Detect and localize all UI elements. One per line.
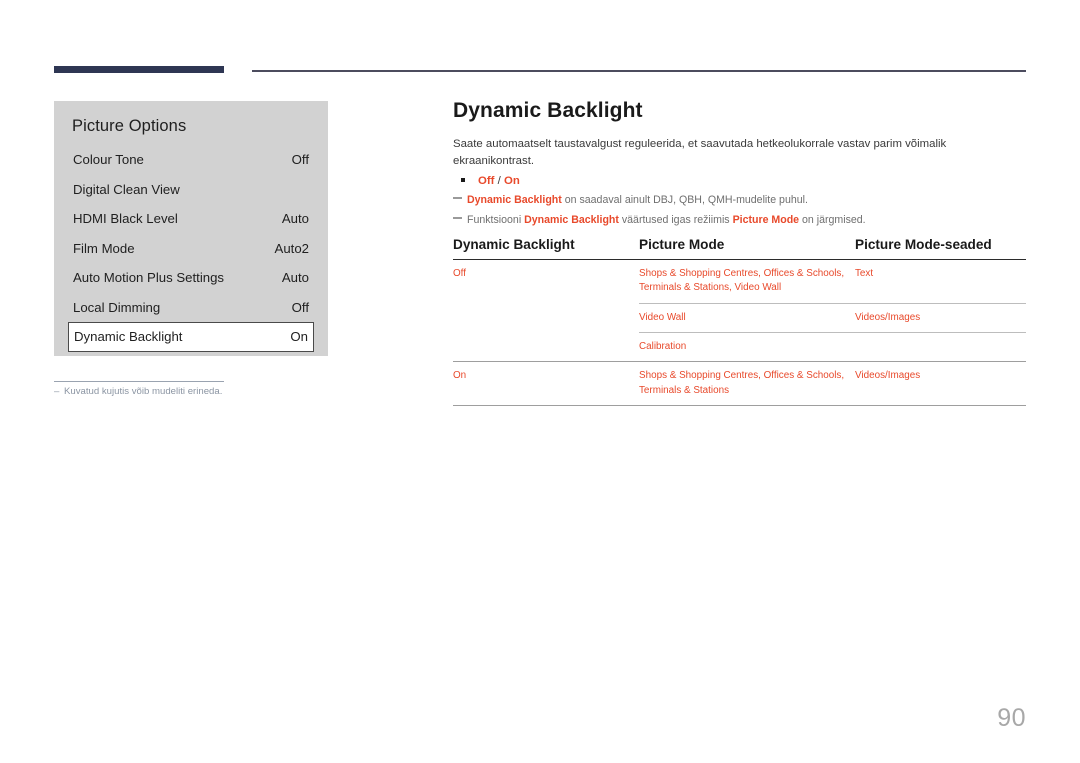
option-on-label: On bbox=[503, 175, 520, 188]
content-area: Dynamic Backlight Saate automaatselt tau… bbox=[453, 98, 1026, 407]
osd-item-value: Auto bbox=[281, 270, 309, 286]
note-highlight: Dynamic Backlight bbox=[524, 214, 619, 227]
osd-item-digital-clean-view[interactable]: Digital Clean View bbox=[70, 175, 312, 205]
footnote-dash-icon: ‒ bbox=[54, 386, 60, 397]
cell-picture-mode: Video Wall bbox=[639, 302, 855, 333]
note-mid: väärtused igas režiimis bbox=[618, 214, 733, 227]
osd-item-label: Auto Motion Plus Settings bbox=[73, 270, 225, 286]
note-dash-icon bbox=[453, 217, 462, 220]
osd-item-colour-tone[interactable]: Colour Tone Off bbox=[70, 145, 312, 175]
osd-item-local-dimming[interactable]: Local Dimming Off bbox=[70, 293, 312, 323]
note-lead: Funktsiooni bbox=[467, 214, 525, 227]
footnote-divider bbox=[54, 381, 224, 382]
note-availability: Dynamic Backlight on saadaval ainult DBJ… bbox=[453, 193, 1026, 208]
option-off-label: Off bbox=[478, 175, 495, 188]
osd-item-value: Off bbox=[291, 152, 309, 168]
cell-picture-mode-settings bbox=[855, 331, 1026, 362]
osd-item-hdmi-black-level[interactable]: HDMI Black Level Auto bbox=[70, 204, 312, 234]
osd-item-label: Local Dimming bbox=[73, 299, 161, 315]
cell-picture-mode: Shops & Shopping Centres, Offices & Scho… bbox=[639, 361, 855, 407]
osd-item-dynamic-backlight[interactable]: Dynamic Backlight On bbox=[68, 322, 314, 352]
bullet-square-icon bbox=[461, 178, 465, 183]
osd-item-value: Auto bbox=[281, 211, 309, 227]
osd-panel-title: Picture Options bbox=[72, 117, 187, 135]
picture-mode-table: Dynamic Backlight Picture Mode Picture M… bbox=[453, 236, 1026, 407]
cell-backlight: On bbox=[453, 361, 639, 407]
note-text: Funktsiooni Dynamic Backlight väärtused … bbox=[467, 213, 866, 228]
footnote-text: Kuvatud kujutis võib mudeliti erineda. bbox=[64, 386, 223, 397]
osd-menu-list: Colour Tone Off Digital Clean View HDMI … bbox=[54, 145, 328, 352]
note-highlight-secondary: Picture Mode bbox=[732, 214, 800, 227]
column-header-picture-mode: Picture Mode bbox=[639, 236, 855, 260]
table-row: Off Shops & Shopping Centres, Offices & … bbox=[453, 259, 1026, 303]
table-row: On Shops & Shopping Centres, Offices & S… bbox=[453, 361, 1026, 407]
note-tail: on järgmised. bbox=[799, 214, 866, 227]
note-body: on saadaval ainult DBJ, QBH, QMH-mudelit… bbox=[561, 194, 808, 207]
osd-item-value: On bbox=[290, 329, 308, 345]
cell-backlight: Off bbox=[453, 267, 466, 279]
cell-picture-mode-settings: Videos/Images bbox=[855, 302, 1026, 333]
osd-footnote: ‒ Kuvatud kujutis võib mudeliti erineda. bbox=[54, 386, 354, 397]
osd-item-label: Colour Tone bbox=[73, 152, 144, 168]
intro-paragraph: Saate automaatselt taustavalgust regulee… bbox=[453, 138, 947, 167]
note-highlight: Dynamic Backlight bbox=[467, 194, 562, 207]
table-header-row: Dynamic Backlight Picture Mode Picture M… bbox=[453, 236, 1026, 260]
osd-item-label: Film Mode bbox=[73, 240, 135, 256]
osd-item-label: Digital Clean View bbox=[73, 181, 180, 197]
header-accent-bar bbox=[54, 66, 224, 73]
osd-item-auto-motion-plus-settings[interactable]: Auto Motion Plus Settings Auto bbox=[70, 263, 312, 293]
page-title: Dynamic Backlight bbox=[453, 99, 643, 122]
osd-item-value: Off bbox=[291, 299, 309, 315]
osd-item-value: Auto2 bbox=[274, 240, 309, 256]
osd-item-film-mode[interactable]: Film Mode Auto2 bbox=[70, 234, 312, 264]
note-text: Dynamic Backlight on saadaval ainult DBJ… bbox=[467, 193, 808, 208]
cell-picture-mode: Shops & Shopping Centres, Offices & Scho… bbox=[639, 267, 845, 294]
column-header-picture-mode-settings: Picture Mode-seaded bbox=[855, 236, 1026, 260]
page-number: 90 bbox=[997, 704, 1026, 732]
osd-menu-panel: Picture Options Colour Tone Off Digital … bbox=[54, 101, 328, 356]
note-dash-icon bbox=[453, 197, 462, 200]
cell-picture-mode: Calibration bbox=[639, 331, 855, 362]
osd-item-label: Dynamic Backlight bbox=[74, 329, 183, 345]
options-bullet-text: Off / On bbox=[478, 175, 520, 187]
note-values: Funktsiooni Dynamic Backlight väärtused … bbox=[453, 213, 1026, 228]
cell-picture-mode-settings: Videos/Images bbox=[855, 361, 1026, 407]
column-header-dynamic-backlight: Dynamic Backlight bbox=[453, 236, 639, 260]
cell-picture-mode-settings: Text bbox=[855, 267, 874, 279]
options-bullet-item: Off / On bbox=[453, 175, 1026, 187]
osd-item-label: HDMI Black Level bbox=[73, 211, 178, 227]
header-thin-rule bbox=[252, 70, 1026, 72]
option-separator: / bbox=[494, 175, 504, 188]
